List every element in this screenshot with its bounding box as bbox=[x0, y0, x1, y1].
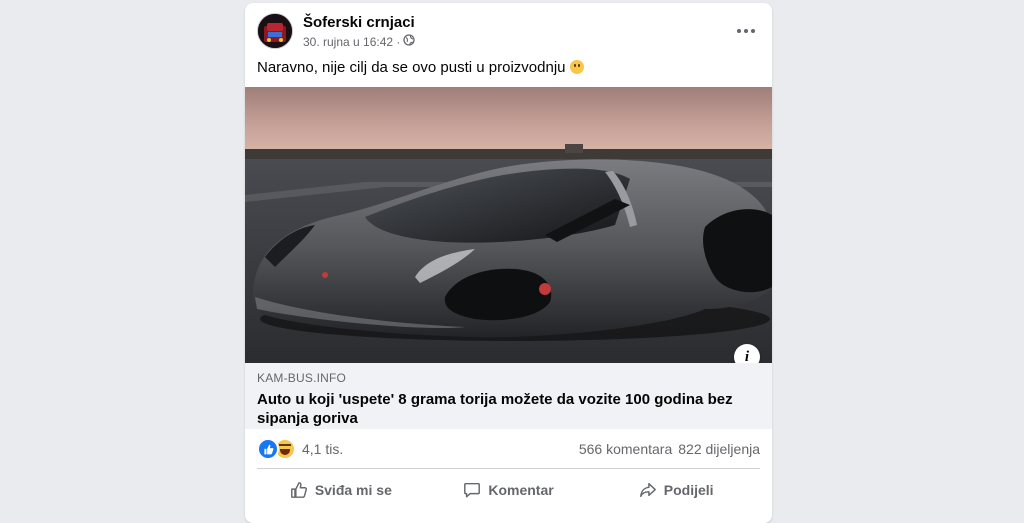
share-icon bbox=[639, 481, 657, 499]
link-headline: Auto u koji 'uspete' 8 grama torija može… bbox=[257, 391, 733, 427]
page-avatar[interactable] bbox=[257, 13, 293, 49]
post-text-container: Naravno, nije cilj da se ovo pusti u pro… bbox=[257, 59, 584, 76]
post-text: Naravno, nije cilj da se ovo pusti u pro… bbox=[257, 59, 566, 76]
feed-post: Šoferski crnjaci 30. rujna u 16:42 · Nar… bbox=[245, 3, 772, 523]
reaction-icons[interactable] bbox=[257, 438, 296, 460]
share-count[interactable]: 822 dijeljenja bbox=[678, 441, 760, 457]
post-meta: 30. rujna u 16:42 · bbox=[303, 34, 416, 49]
like-button-label: Sviđa mi se bbox=[314, 482, 392, 498]
link-domain: KAM-BUS.INFO bbox=[257, 371, 347, 385]
engagement-counts: 566 komentara 822 dijeljenja bbox=[579, 441, 760, 457]
like-reaction-icon bbox=[257, 438, 279, 460]
smiling-face-emoji-icon bbox=[569, 60, 584, 74]
globe-icon bbox=[403, 34, 416, 49]
thumbs-up-icon bbox=[290, 481, 308, 499]
comment-button[interactable]: Komentar bbox=[425, 473, 593, 507]
more-options-icon[interactable] bbox=[732, 17, 760, 45]
share-button[interactable]: Podijeli bbox=[592, 473, 760, 507]
reaction-count[interactable]: 4,1 tis. bbox=[302, 441, 343, 457]
comment-count[interactable]: 566 komentara bbox=[579, 441, 672, 457]
post-timestamp[interactable]: 30. rujna u 16:42 · bbox=[303, 35, 400, 49]
comment-button-label: Komentar bbox=[488, 482, 554, 498]
reactions-bar: 4,1 tis. 566 komentara 822 dijeljenja bbox=[257, 436, 760, 462]
link-preview-image[interactable] bbox=[245, 87, 772, 363]
action-bar: Sviđa mi se Komentar Podijeli bbox=[257, 473, 760, 507]
like-button[interactable]: Sviđa mi se bbox=[257, 473, 425, 507]
divider bbox=[257, 468, 760, 469]
share-button-label: Podijeli bbox=[663, 482, 714, 498]
comment-icon bbox=[463, 481, 481, 499]
post-author[interactable]: Šoferski crnjaci bbox=[303, 14, 415, 31]
link-caption[interactable]: KAM-BUS.INFO Auto u koji 'uspete' 8 gram… bbox=[245, 363, 772, 429]
